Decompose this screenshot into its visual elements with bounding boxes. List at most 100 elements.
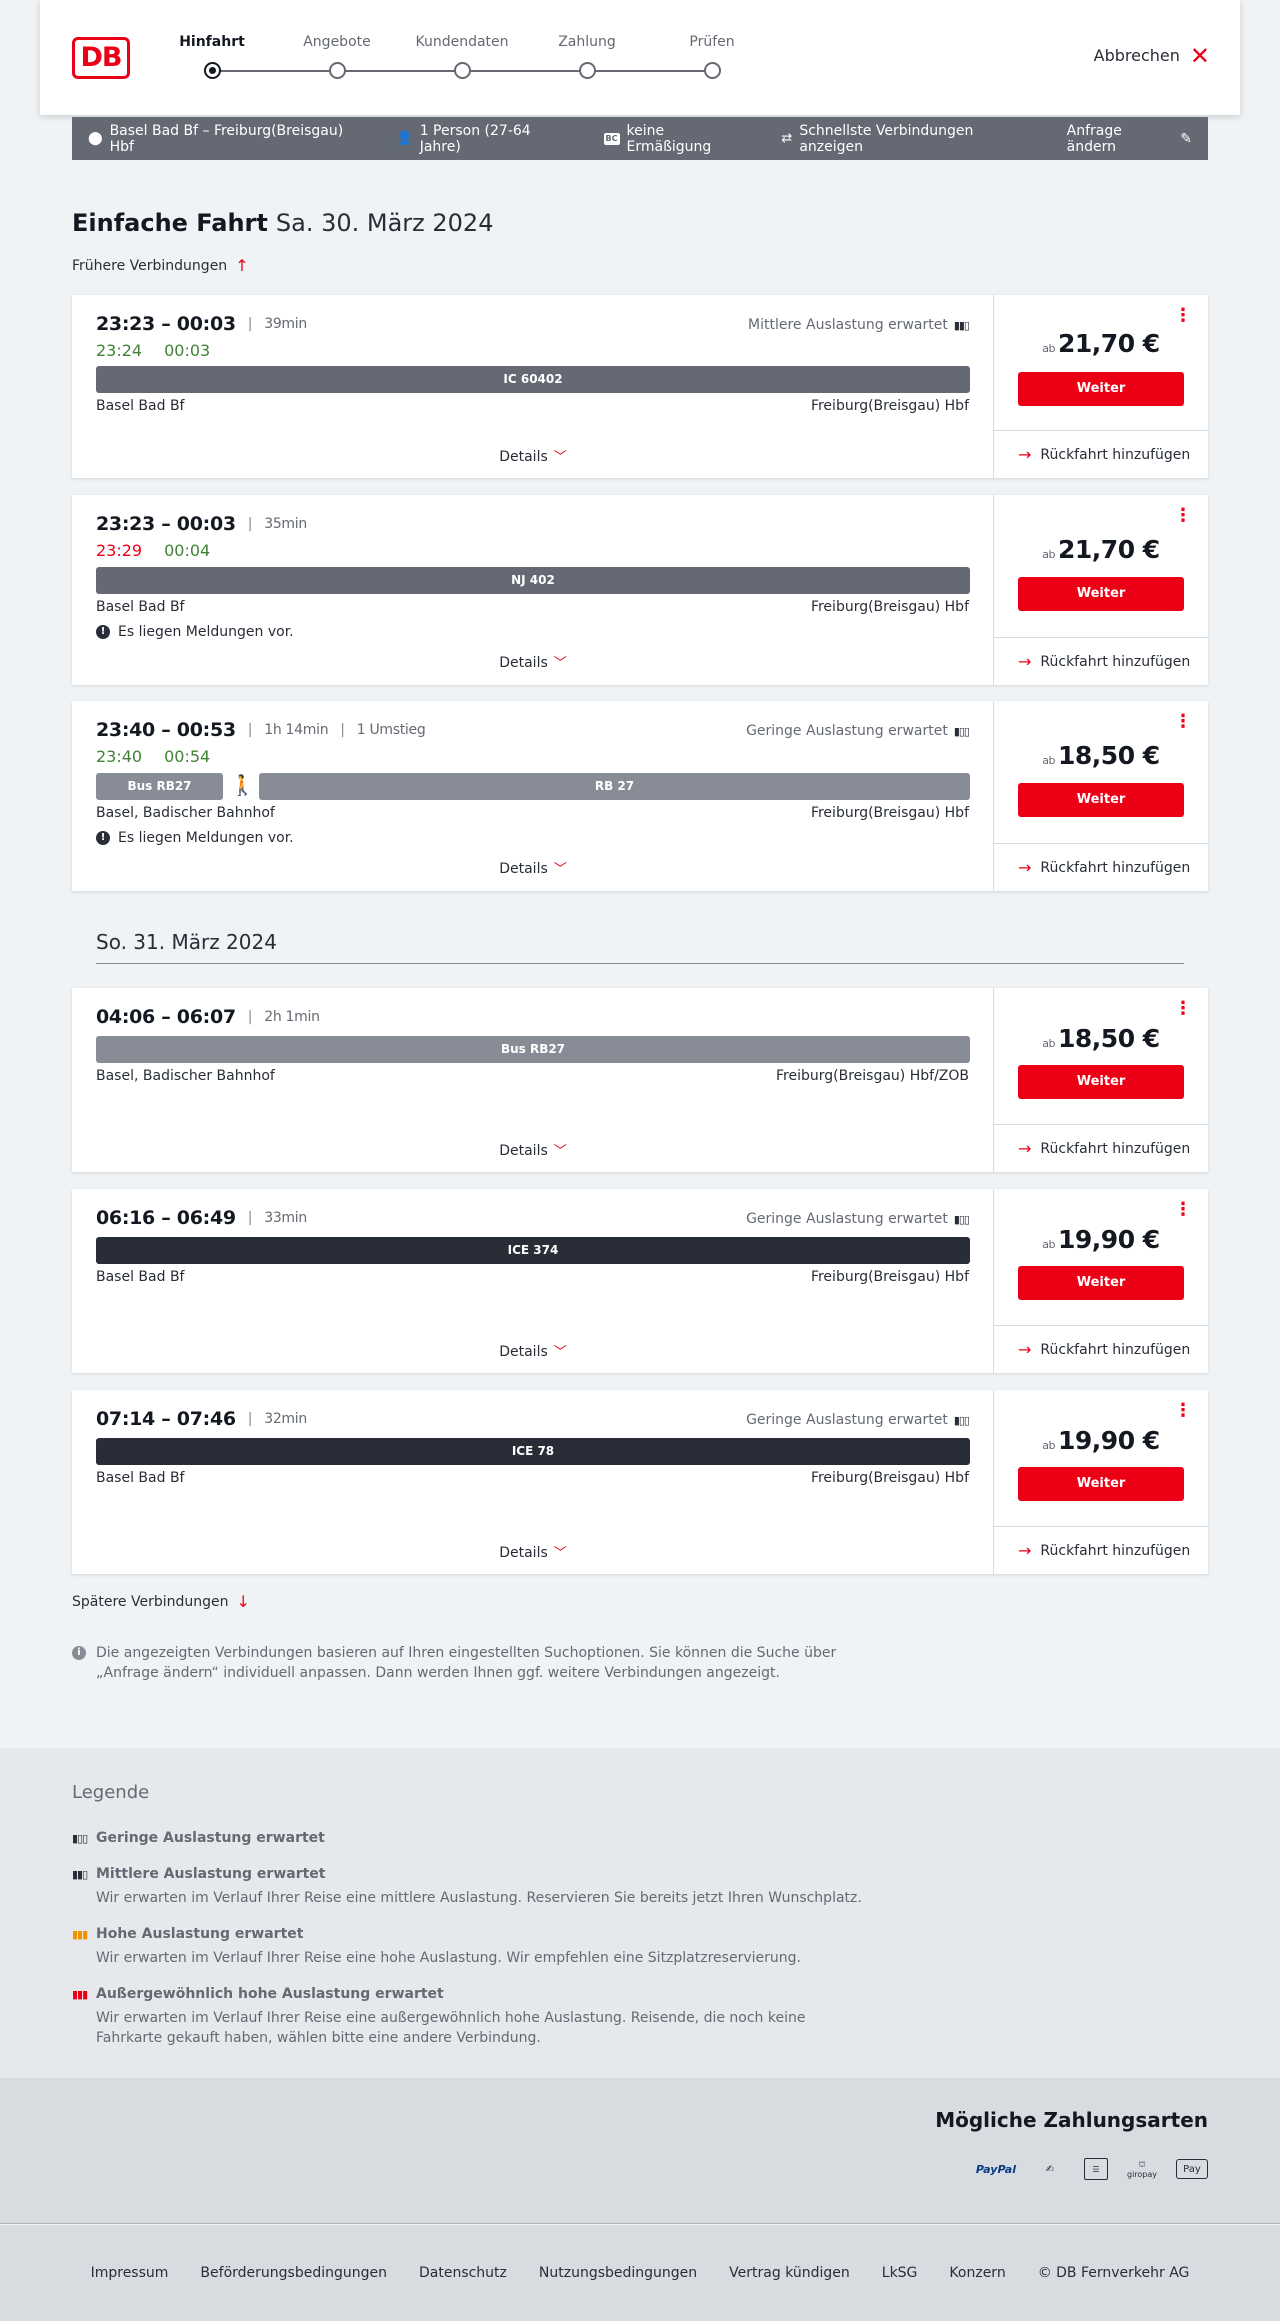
more-options-icon[interactable]: ⋮ bbox=[1174, 507, 1192, 525]
earlier-connections-link[interactable]: Frühere Verbindungen ↑ bbox=[72, 256, 249, 275]
price: ab 19,90 € bbox=[994, 1426, 1208, 1455]
connection-details-area[interactable]: 07:14 – 07:46 | 32min Geringe Auslastung… bbox=[72, 1390, 994, 1574]
price-prefix: ab bbox=[1042, 754, 1056, 767]
origin-station: Basel Bad Bf bbox=[96, 1269, 185, 1285]
footer-link-befoerderungsbedingungen[interactable]: Beförderungsbedingungen bbox=[200, 2265, 387, 2281]
arrow-right-icon: → bbox=[1018, 652, 1032, 671]
step-label: Kundendaten bbox=[415, 34, 509, 50]
connection-card: 04:06 – 06:07 | 2h 1min Bus RB27 Basel, … bbox=[72, 988, 1208, 1172]
add-return-trip-button[interactable]: → Rückfahrt hinzufügen bbox=[994, 1124, 1208, 1172]
connection-details-area[interactable]: 23:23 – 00:03 | 39min 23:24 00:03 Mittle… bbox=[72, 295, 994, 478]
details-toggle[interactable]: Details ﹀ bbox=[72, 1140, 994, 1159]
fastest-connections-option: ⇄ Schnellste Verbindungen anzeigen bbox=[781, 123, 1034, 155]
price-area: ⋮ ab 19,90 € Weiter → Rückfahrt hinzufüge… bbox=[994, 1189, 1208, 1373]
arrow-right-icon: → bbox=[1018, 1340, 1032, 1359]
destination-station: Freiburg(Breisgau) Hbf bbox=[810, 599, 969, 615]
connection-details-area[interactable]: 06:16 – 06:49 | 33min Geringe Auslastung… bbox=[72, 1189, 994, 1373]
info-icon: i bbox=[72, 1646, 86, 1660]
details-label: Details bbox=[499, 1545, 548, 1561]
connection-details-area[interactable]: 04:06 – 06:07 | 2h 1min Bus RB27 Basel, … bbox=[72, 988, 994, 1172]
add-return-trip-button[interactable]: → Rückfahrt hinzufügen bbox=[994, 1526, 1208, 1574]
more-options-icon[interactable]: ⋮ bbox=[1174, 713, 1192, 731]
occupancy-low-icon: ▮▯▯ bbox=[953, 1413, 970, 1427]
destination-station: Freiburg(Breisgau) Hbf bbox=[810, 805, 969, 821]
later-connections-link[interactable]: Spätere Verbindungen ↓ bbox=[72, 1592, 250, 1611]
legend-item-title: Hohe Auslastung erwartet bbox=[96, 1926, 304, 1942]
price-area: ⋮ ab 18,50 € Weiter → Rückfahrt hinzufüge… bbox=[994, 988, 1208, 1172]
duration: 32min bbox=[264, 1411, 307, 1427]
passenger-summary: 👤 1 Person (27-64 Jahre) bbox=[397, 123, 572, 155]
separator: | bbox=[247, 516, 253, 532]
details-toggle[interactable]: Details ﹀ bbox=[72, 1542, 994, 1561]
paypal-icon: PayPal bbox=[975, 2162, 1016, 2176]
realtime-departure: 23:40 bbox=[96, 747, 143, 766]
more-options-icon[interactable]: ⋮ bbox=[1174, 1000, 1192, 1018]
occupancy-low-icon: ▮▯▯ bbox=[953, 724, 970, 738]
planned-times: 07:14 – 07:46 bbox=[96, 1408, 236, 1430]
connection-details-area[interactable]: 23:23 – 00:03 | 35min 23:29 00:04 NJ 402… bbox=[72, 495, 994, 685]
price: ab 21,70 € bbox=[994, 535, 1208, 564]
continue-button[interactable]: Weiter bbox=[1018, 1065, 1184, 1099]
connection-card: 06:16 – 06:49 | 33min Geringe Auslastung… bbox=[72, 1189, 1208, 1373]
more-options-icon[interactable]: ⋮ bbox=[1174, 1402, 1192, 1420]
legend-item-title: Mittlere Auslastung erwartet bbox=[96, 1866, 326, 1882]
add-return-trip-button[interactable]: → Rückfahrt hinzufügen bbox=[994, 637, 1208, 685]
footer-link-konzern[interactable]: Konzern bbox=[949, 2265, 1005, 2281]
legend-item-title: Geringe Auslastung erwartet bbox=[96, 1830, 325, 1846]
footer-link-lksg[interactable]: LkSG bbox=[882, 2265, 918, 2281]
payment-methods-section: Mögliche Zahlungsarten PayPal ✍ ☰ ⛫ girop… bbox=[0, 2078, 1280, 2224]
add-return-label: Rückfahrt hinzufügen bbox=[1040, 446, 1191, 463]
legend-item-medium: ▮▮▯ Mittlere Auslastung erwartet Wir erwa… bbox=[72, 1866, 872, 1908]
details-toggle[interactable]: Details ﹀ bbox=[72, 858, 994, 877]
occupancy-info: Geringe Auslastung erwartet ▮▯▯ bbox=[746, 723, 970, 739]
occupancy-label: Geringe Auslastung erwartet bbox=[746, 1412, 948, 1428]
cancel-label: Abbrechen bbox=[1093, 46, 1180, 65]
chevron-down-icon: ﹀ bbox=[553, 862, 567, 877]
connection-details-area[interactable]: 23:40 – 00:53 | 1h 14min | 1 Umstieg 23:… bbox=[72, 701, 994, 891]
details-label: Details bbox=[499, 861, 548, 877]
pencil-icon: ✎ bbox=[1180, 130, 1193, 147]
db-logo[interactable]: DB bbox=[72, 37, 130, 79]
continue-button[interactable]: Weiter bbox=[1018, 783, 1184, 817]
realtime-arrival: 00:03 bbox=[164, 341, 211, 360]
add-return-trip-button[interactable]: → Rückfahrt hinzufügen bbox=[994, 430, 1208, 478]
footer-link-datenschutz[interactable]: Datenschutz bbox=[419, 2265, 507, 2281]
price: ab 18,50 € bbox=[994, 1024, 1208, 1053]
add-return-label: Rückfahrt hinzufügen bbox=[1040, 1341, 1191, 1358]
details-toggle[interactable]: Details ﹀ bbox=[72, 652, 994, 671]
change-request-button[interactable]: Anfrage ändern ✎ bbox=[1067, 123, 1192, 155]
continue-button[interactable]: Weiter bbox=[1018, 1266, 1184, 1300]
passenger-text: 1 Person (27-64 Jahre) bbox=[419, 122, 531, 155]
more-options-icon[interactable]: ⋮ bbox=[1174, 1201, 1192, 1219]
details-toggle[interactable]: Details ﹀ bbox=[72, 446, 994, 465]
footer-link-nutzungsbedingungen[interactable]: Nutzungsbedingungen bbox=[539, 2265, 697, 2281]
train-bar: ICE 78 bbox=[96, 1438, 970, 1465]
footer-link-vertrag-kuendigen[interactable]: Vertrag kündigen bbox=[729, 2265, 850, 2281]
origin-station: Basel, Badischer Bahnhof bbox=[96, 805, 275, 821]
occupancy-label: Mittlere Auslastung erwartet bbox=[748, 317, 948, 333]
legend-item-high: ▮▮▮ Hohe Auslastung erwartet Wir erwarten… bbox=[72, 1926, 872, 1968]
duration: 39min bbox=[264, 316, 307, 332]
header: DB Hinfahrt Angebote Kundendaten Zahlung… bbox=[40, 0, 1240, 115]
occupancy-info: Geringe Auslastung erwartet ▮▯▯ bbox=[746, 1412, 970, 1428]
details-toggle[interactable]: Details ﹀ bbox=[72, 1341, 994, 1360]
continue-button[interactable]: Weiter bbox=[1018, 1467, 1184, 1501]
more-options-icon[interactable]: ⋮ bbox=[1174, 307, 1192, 325]
add-return-trip-button[interactable]: → Rückfahrt hinzufügen bbox=[994, 843, 1208, 891]
footer-link-impressum[interactable]: Impressum bbox=[91, 2265, 169, 2281]
continue-button[interactable]: Weiter bbox=[1018, 372, 1184, 406]
walking-icon: 🚶 bbox=[230, 773, 255, 797]
later-label: Spätere Verbindungen bbox=[72, 1593, 229, 1610]
cancel-button[interactable]: Abbrechen ✕ bbox=[1093, 44, 1210, 68]
connection-times: 07:14 – 07:46 | 32min bbox=[96, 1408, 307, 1430]
connection-times: 23:23 – 00:03 | 35min bbox=[96, 513, 307, 535]
giropay-symbol: ⛫ bbox=[1138, 2159, 1146, 2169]
price-prefix: ab bbox=[1042, 1238, 1056, 1251]
apple-pay-icon: Pay bbox=[1176, 2159, 1208, 2179]
route-summary: ⬤ Basel Bad Bf – Freiburg(Breisgau) Hbf bbox=[88, 123, 365, 155]
separator: | bbox=[340, 722, 345, 738]
add-return-trip-button[interactable]: → Rückfahrt hinzufügen bbox=[994, 1325, 1208, 1373]
bus-bar: Bus RB27 bbox=[96, 1036, 970, 1063]
price-area: ⋮ ab 21,70 € Weiter → Rückfahrt hinzufüge… bbox=[994, 495, 1208, 685]
continue-button[interactable]: Weiter bbox=[1018, 577, 1184, 611]
